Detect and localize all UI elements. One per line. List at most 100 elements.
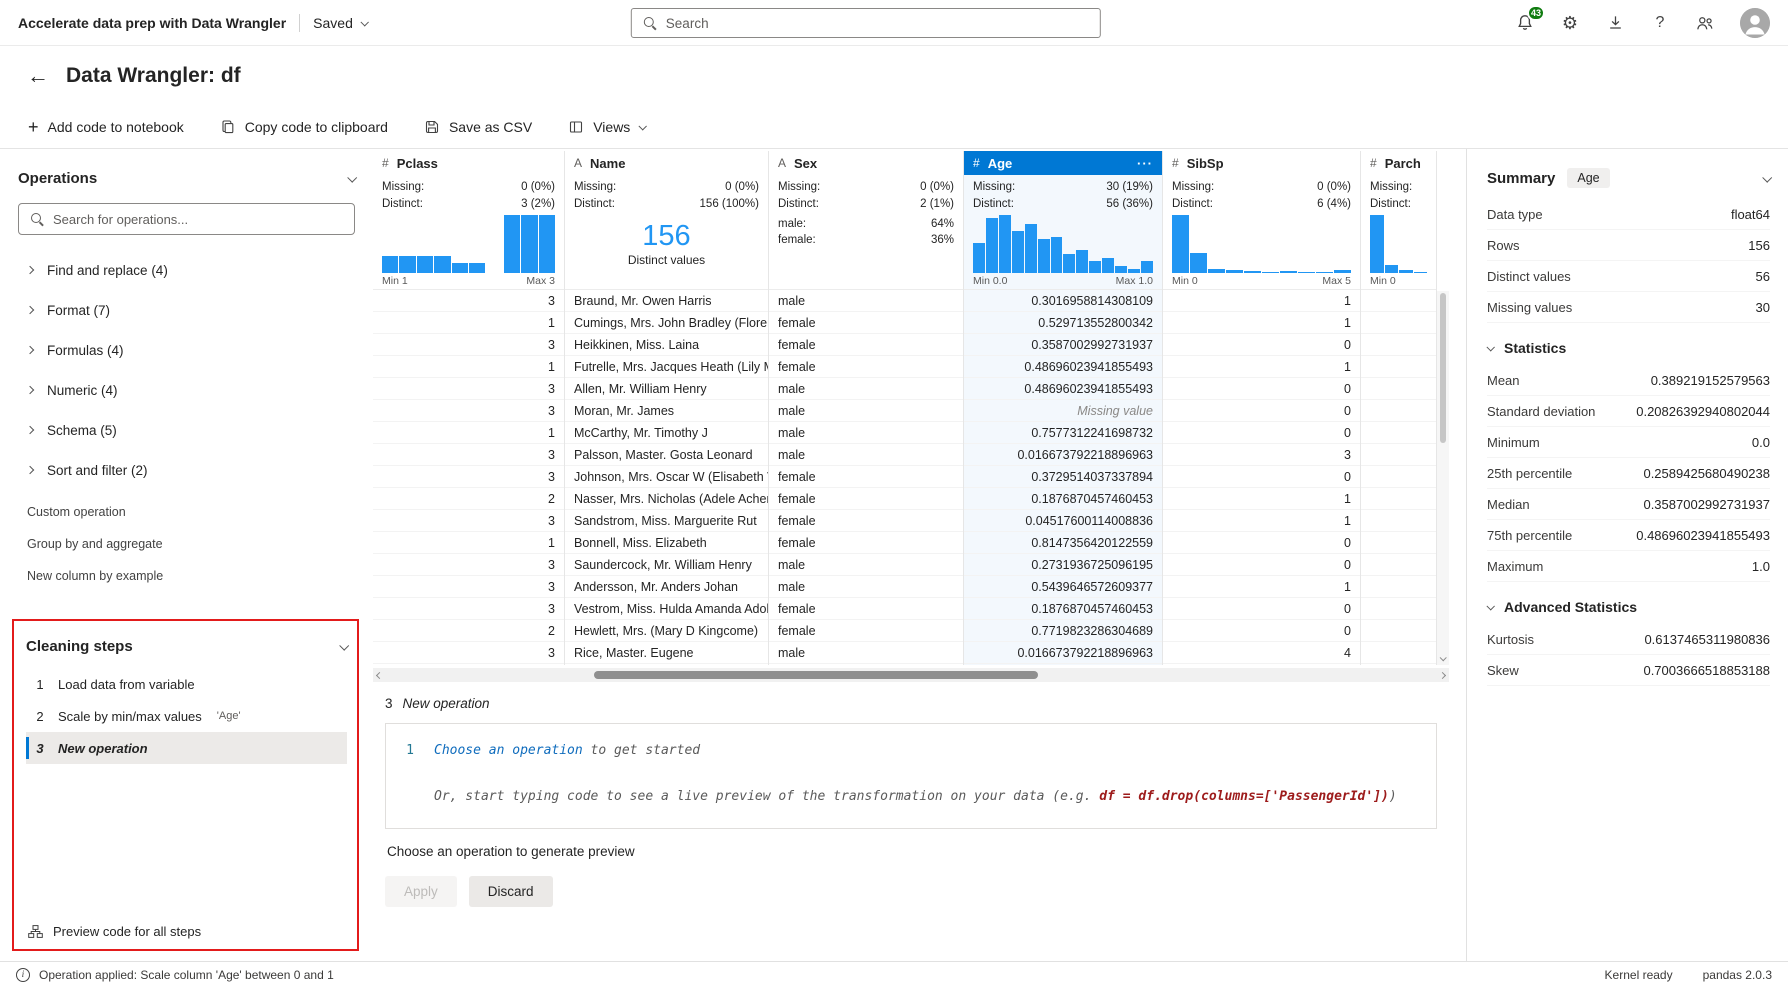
grid-cell[interactable]: 3 bbox=[373, 378, 564, 400]
grid-cell[interactable]: female bbox=[769, 466, 963, 488]
save-csv-button[interactable]: Save as CSV bbox=[424, 119, 532, 135]
grid-cell[interactable]: male bbox=[769, 642, 963, 664]
grid-cell[interactable]: McCarthy, Mr. Timothy J bbox=[565, 422, 768, 444]
grid-cell[interactable]: Sandstrom, Miss. Marguerite Rut bbox=[565, 510, 768, 532]
grid-cell[interactable]: 0.1876870457460453 bbox=[964, 598, 1162, 620]
operation-group[interactable]: Numeric (4) bbox=[18, 370, 355, 410]
grid-cell[interactable] bbox=[1361, 576, 1436, 598]
grid-cell[interactable] bbox=[1361, 488, 1436, 510]
grid-cell[interactable]: 1 bbox=[1163, 576, 1360, 598]
grid-cell[interactable]: 0 bbox=[1163, 620, 1360, 642]
grid-cell[interactable]: 0 bbox=[1163, 422, 1360, 444]
grid-cell[interactable] bbox=[1361, 334, 1436, 356]
grid-cell[interactable]: 0.48696023941855493 bbox=[964, 378, 1162, 400]
grid-cell[interactable]: female bbox=[769, 598, 963, 620]
grid-cell[interactable]: 3 bbox=[373, 598, 564, 620]
column-header[interactable]: # Parch Missing: Distinct: Min 0 bbox=[1361, 151, 1436, 290]
column-menu-icon[interactable]: ··· bbox=[1137, 157, 1153, 170]
grid-cell[interactable]: Futrelle, Mrs. Jacques Heath (Lily Ma bbox=[565, 356, 768, 378]
grid-cell[interactable]: 0.5439646572609377 bbox=[964, 576, 1162, 598]
apply-button[interactable]: Apply bbox=[385, 876, 457, 907]
grid-cell[interactable]: male bbox=[769, 290, 963, 312]
views-button[interactable]: Views bbox=[568, 119, 648, 135]
grid-cell[interactable]: 0.7577312241698732 bbox=[964, 422, 1162, 444]
grid-cell[interactable]: 0.8147356420122559 bbox=[964, 532, 1162, 554]
grid-cell[interactable]: female bbox=[769, 356, 963, 378]
chevron-down-icon[interactable] bbox=[347, 172, 358, 183]
grid-cell[interactable]: female bbox=[769, 620, 963, 642]
grid-cell[interactable]: 1 bbox=[373, 532, 564, 554]
grid-cell[interactable]: 1 bbox=[1163, 290, 1360, 312]
grid-cell[interactable]: Moran, Mr. James bbox=[565, 400, 768, 422]
grid-cell[interactable]: 3 bbox=[373, 334, 564, 356]
cleaning-step[interactable]: 2 Scale by min/max values 'Age' bbox=[26, 700, 347, 732]
grid-cell[interactable]: 0 bbox=[1163, 400, 1360, 422]
global-search[interactable] bbox=[630, 8, 1101, 38]
column-header[interactable]: # Pclass Missing: 0 (0%) Distinct: 3 (2%) Min … bbox=[373, 151, 564, 290]
grid-cell[interactable]: Palsson, Master. Gosta Leonard bbox=[565, 444, 768, 466]
operation-item[interactable]: New column by example bbox=[18, 560, 355, 592]
grid-cell[interactable]: female bbox=[769, 532, 963, 554]
grid-cell[interactable]: 1 bbox=[373, 422, 564, 444]
choose-operation-link[interactable]: Choose an operation bbox=[434, 743, 583, 758]
grid-cell[interactable]: 0 bbox=[1163, 378, 1360, 400]
operation-item[interactable]: Group by and aggregate bbox=[18, 528, 355, 560]
grid-cell[interactable] bbox=[1361, 642, 1436, 664]
grid-cell[interactable]: male bbox=[769, 554, 963, 576]
grid-cell[interactable]: 0.2731936725096195 bbox=[964, 554, 1162, 576]
chevron-down-icon[interactable] bbox=[339, 640, 350, 651]
grid-cell[interactable]: Saundercock, Mr. William Henry bbox=[565, 554, 768, 576]
cleaning-step[interactable]: 1 Load data from variable bbox=[26, 668, 347, 700]
grid-cell[interactable]: 0.3016958814308109 bbox=[964, 290, 1162, 312]
operation-group[interactable]: Find and replace (4) bbox=[18, 250, 355, 290]
grid-cell[interactable]: 2 bbox=[373, 620, 564, 642]
grid-cell[interactable]: 0 bbox=[1163, 554, 1360, 576]
back-arrow-icon[interactable]: ← bbox=[27, 65, 49, 87]
operations-search[interactable] bbox=[18, 203, 355, 235]
grid-cell[interactable] bbox=[1361, 466, 1436, 488]
horizontal-scrollbar[interactable] bbox=[373, 668, 1449, 682]
settings-gear-icon[interactable]: ⚙ bbox=[1560, 13, 1580, 33]
grid-cell[interactable]: 0.1876870457460453 bbox=[964, 488, 1162, 510]
grid-cell[interactable]: 3 bbox=[373, 576, 564, 598]
scrollbar-thumb[interactable] bbox=[593, 671, 1038, 679]
grid-cell[interactable]: 3 bbox=[373, 400, 564, 422]
grid-cell[interactable]: Heikkinen, Miss. Laina bbox=[565, 334, 768, 356]
grid-cell[interactable] bbox=[1361, 444, 1436, 466]
grid-cell[interactable]: 1 bbox=[1163, 312, 1360, 334]
grid-cell[interactable]: 4 bbox=[1163, 642, 1360, 664]
discard-button[interactable]: Discard bbox=[468, 876, 553, 907]
grid-cell[interactable]: male bbox=[769, 422, 963, 444]
grid-cell[interactable]: 3 bbox=[373, 642, 564, 664]
grid-cell[interactable]: Andersson, Mr. Anders Johan bbox=[565, 576, 768, 598]
grid-cell[interactable]: 0 bbox=[1163, 532, 1360, 554]
chevron-down-icon[interactable] bbox=[1762, 172, 1773, 183]
column-header[interactable]: A Name Missing: 0 (0%) Distinct: 156 (100%) 15… bbox=[565, 151, 768, 290]
grid-cell[interactable]: 0 bbox=[1163, 466, 1360, 488]
operation-group[interactable]: Sort and filter (2) bbox=[18, 450, 355, 490]
grid-cell[interactable]: 1 bbox=[1163, 488, 1360, 510]
grid-cell[interactable]: female bbox=[769, 334, 963, 356]
grid-cell[interactable] bbox=[1361, 422, 1436, 444]
grid-cell[interactable] bbox=[1361, 554, 1436, 576]
grid-cell[interactable]: 0.016673792218896963 bbox=[964, 642, 1162, 664]
grid-cell[interactable]: male bbox=[769, 400, 963, 422]
operation-group[interactable]: Formulas (4) bbox=[18, 330, 355, 370]
scrollbar-thumb[interactable] bbox=[1440, 293, 1446, 443]
grid-cell[interactable] bbox=[1361, 290, 1436, 312]
grid-cell[interactable] bbox=[1361, 400, 1436, 422]
grid-cell[interactable]: male bbox=[769, 444, 963, 466]
grid-cell[interactable]: Nasser, Mrs. Nicholas (Adele Achem bbox=[565, 488, 768, 510]
grid-cell[interactable]: 2 bbox=[373, 488, 564, 510]
grid-cell[interactable]: 1 bbox=[373, 312, 564, 334]
download-icon[interactable] bbox=[1605, 13, 1625, 33]
grid-cell[interactable]: 1 bbox=[1163, 356, 1360, 378]
scroll-down-icon[interactable] bbox=[1439, 654, 1447, 662]
grid-cell[interactable]: 0.016673792218896963 bbox=[964, 444, 1162, 466]
advanced-statistics-section-toggle[interactable]: Advanced Statistics bbox=[1486, 590, 1770, 624]
grid-cell[interactable] bbox=[1361, 510, 1436, 532]
code-editor[interactable]: 1 Choose an operation to get started Or,… bbox=[385, 723, 1437, 829]
search-input[interactable] bbox=[665, 15, 1089, 31]
grid-cell[interactable]: male bbox=[769, 378, 963, 400]
operation-item[interactable]: Custom operation bbox=[18, 496, 355, 528]
